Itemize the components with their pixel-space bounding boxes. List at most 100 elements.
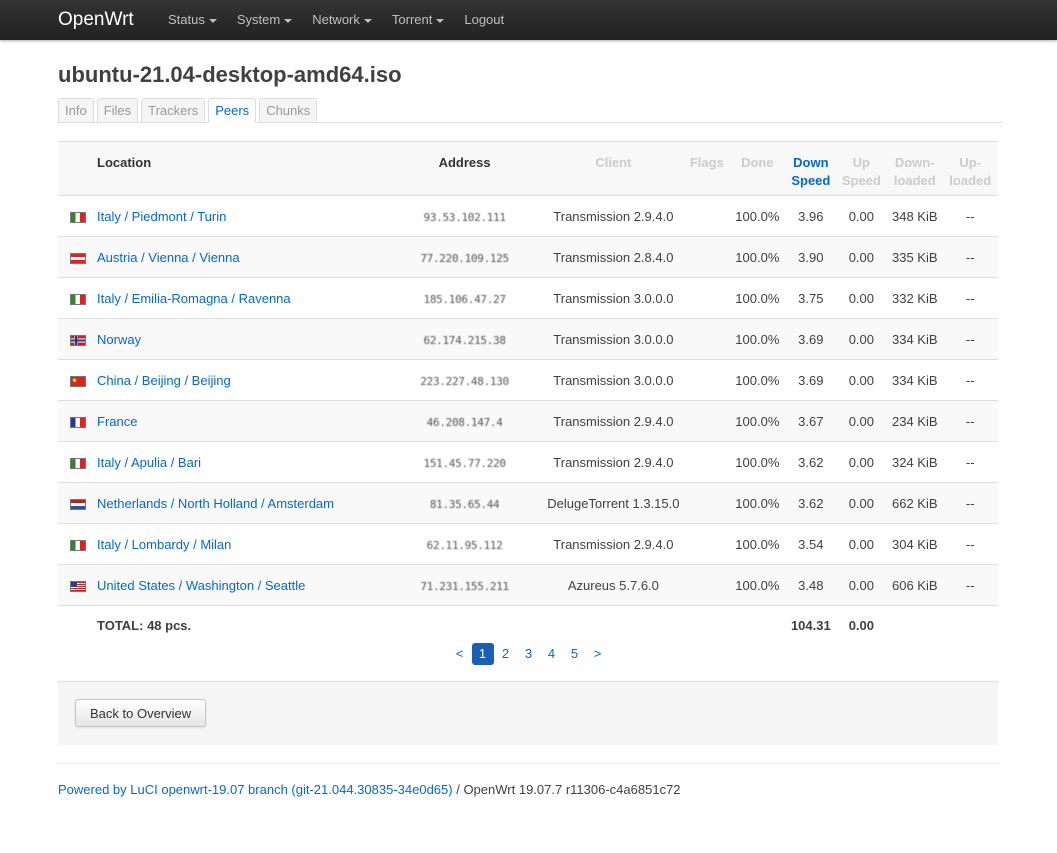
col-downloaded[interactable]: Down-loaded xyxy=(887,141,943,196)
client-cell: Transmission 2.8.4.0 xyxy=(541,236,686,278)
flag-cell xyxy=(58,277,97,319)
uploaded-cell: -- xyxy=(942,318,998,360)
pager-prev[interactable]: < xyxy=(449,643,471,665)
location-cell: United States / Washington / Seattle xyxy=(97,564,388,606)
done-cell: 100.0% xyxy=(728,523,787,565)
location-cell: Italy / Lombardy / Milan xyxy=(97,523,388,565)
menu-system[interactable]: System xyxy=(227,0,302,40)
col-flags[interactable]: Flags xyxy=(685,141,729,196)
downloaded-cell: 324 KiB xyxy=(887,441,943,483)
client-cell: Transmission 2.9.4.0 xyxy=(541,523,686,565)
downloaded-cell: 234 KiB xyxy=(887,400,943,442)
done-cell: 100.0% xyxy=(728,482,787,524)
uploaded-cell: -- xyxy=(942,359,998,401)
flag-cell xyxy=(58,482,97,524)
location-link[interactable]: Italy / Apulia / Bari xyxy=(97,455,201,470)
flag-cell xyxy=(58,441,97,483)
menu-status[interactable]: Status xyxy=(158,0,227,40)
uploaded-cell: -- xyxy=(942,441,998,483)
flags-cell xyxy=(685,277,729,319)
done-cell: 100.0% xyxy=(728,277,787,319)
up-speed-cell: 0.00 xyxy=(835,400,888,442)
address-value: 223.227.48.130 xyxy=(420,374,509,388)
pager-page-1[interactable]: 1 xyxy=(471,643,494,665)
table-row: Italy / Lombardy / Milan 62.11.95.112 Tr… xyxy=(58,523,998,565)
total-down-speed: 104.31 xyxy=(790,617,831,633)
client-cell: DelugeTorrent 1.3.15.0 xyxy=(541,482,686,524)
col-down-speed[interactable]: Down Speed xyxy=(786,141,836,196)
tab-info[interactable]: Info xyxy=(58,98,94,122)
client-cell: Transmission 3.0.0.0 xyxy=(541,359,686,401)
uploaded-cell: -- xyxy=(942,195,998,237)
down-speed-cell: 3.75 xyxy=(786,277,836,319)
brand-logo[interactable]: OpenWrt xyxy=(58,0,134,40)
down-speed-cell: 3.90 xyxy=(786,236,836,278)
total-up-speed: 0.00 xyxy=(848,617,874,633)
col-done[interactable]: Done xyxy=(728,141,787,196)
tab-peers[interactable]: Peers xyxy=(208,98,257,123)
col-location[interactable]: Location xyxy=(97,141,388,196)
col-up-speed-label-2: Speed xyxy=(841,173,881,188)
table-row: Netherlands / North Holland / Amsterdam … xyxy=(58,482,998,524)
menu-logout[interactable]: Logout xyxy=(454,0,514,40)
location-link[interactable]: France xyxy=(97,414,137,429)
tab-files[interactable]: Files xyxy=(96,98,139,122)
col-down-speed-label-1: Down xyxy=(793,155,829,170)
menu-torrent[interactable]: Torrent xyxy=(382,0,454,40)
downloaded-cell: 334 KiB xyxy=(887,359,943,401)
luci-link[interactable]: Powered by LuCI openwrt-19.07 branch (gi… xyxy=(58,782,453,797)
netherlands-flag-icon xyxy=(69,498,86,510)
location-cell: Austria / Vienna / Vienna xyxy=(97,236,388,278)
location-link[interactable]: Austria / Vienna / Vienna xyxy=(97,250,240,265)
down-speed-cell: 3.62 xyxy=(786,441,836,483)
col-up-speed[interactable]: Up Speed xyxy=(835,141,888,196)
total-empty-downloaded xyxy=(887,606,942,645)
done-cell: 100.0% xyxy=(728,400,787,442)
location-link[interactable]: Norway xyxy=(97,332,141,347)
flags-cell xyxy=(685,236,729,278)
address-value: 81.35.65.44 xyxy=(429,497,500,511)
usa-flag-icon xyxy=(69,580,86,592)
address-cell: 71.231.155.211 xyxy=(387,564,542,606)
table-row: United States / Washington / Seattle 71.… xyxy=(58,564,998,606)
location-link[interactable]: Italy / Lombardy / Milan xyxy=(97,537,231,552)
location-link[interactable]: China / Beijing / Beijing xyxy=(97,373,231,388)
down-speed-cell: 3.54 xyxy=(786,523,836,565)
done-cell: 100.0% xyxy=(728,236,787,278)
location-link[interactable]: United States / Washington / Seattle xyxy=(97,578,305,593)
menu-torrent-label: Torrent xyxy=(391,12,433,27)
table-row: Italy / Apulia / Bari 151.45.77.220 Tran… xyxy=(58,441,998,483)
back-to-overview-button[interactable]: Back to Overview xyxy=(75,699,207,727)
location-link[interactable]: Italy / Emilia-Romagna / Ravenna xyxy=(97,291,291,306)
flags-cell xyxy=(685,564,729,606)
flags-cell xyxy=(685,359,729,401)
location-link[interactable]: Italy / Piedmont / Turin xyxy=(97,209,226,224)
col-uploaded[interactable]: Up-loaded xyxy=(942,141,998,196)
col-downloaded-label-2: loaded xyxy=(893,173,936,188)
address-value: 77.220.109.125 xyxy=(420,251,509,265)
col-client[interactable]: Client xyxy=(541,141,686,196)
col-done-label: Done xyxy=(741,155,774,170)
up-speed-cell: 0.00 xyxy=(835,523,888,565)
col-up-speed-label-1: Up xyxy=(852,155,871,170)
address-cell: 151.45.77.220 xyxy=(387,441,542,483)
pager-page-2[interactable]: 2 xyxy=(495,643,517,665)
flags-cell xyxy=(685,441,729,483)
pager-page-5[interactable]: 5 xyxy=(564,643,586,665)
up-speed-cell: 0.00 xyxy=(835,564,888,606)
tab-trackers[interactable]: Trackers xyxy=(141,98,206,122)
pager-next[interactable]: > xyxy=(587,643,609,665)
pager-page-3[interactable]: 3 xyxy=(518,643,540,665)
china-flag-icon xyxy=(69,375,86,387)
location-cell: Italy / Emilia-Romagna / Ravenna xyxy=(97,277,388,319)
client-cell: Transmission 3.0.0.0 xyxy=(541,318,686,360)
table-row: Austria / Vienna / Vienna 77.220.109.125… xyxy=(58,236,998,278)
total-label: TOTAL: 48 pcs. xyxy=(97,617,192,633)
col-flags-label: Flags xyxy=(689,155,724,170)
pager-page-4[interactable]: 4 xyxy=(541,643,563,665)
tab-chunks[interactable]: Chunks xyxy=(259,98,318,122)
col-address[interactable]: Address xyxy=(387,141,542,196)
location-link[interactable]: Netherlands / North Holland / Amsterdam xyxy=(97,496,334,511)
address-value: 46.208.147.4 xyxy=(426,415,503,429)
menu-network[interactable]: Network xyxy=(302,0,382,40)
